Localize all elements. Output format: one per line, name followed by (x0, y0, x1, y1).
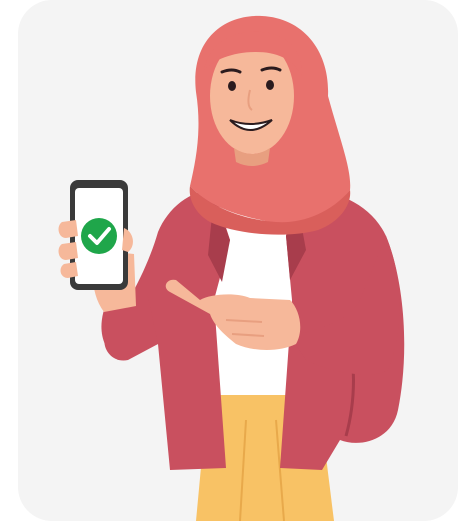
eye-right (266, 80, 274, 90)
illustration (58, 15, 405, 521)
eye-left (228, 81, 236, 91)
check-circle-icon (81, 218, 117, 254)
